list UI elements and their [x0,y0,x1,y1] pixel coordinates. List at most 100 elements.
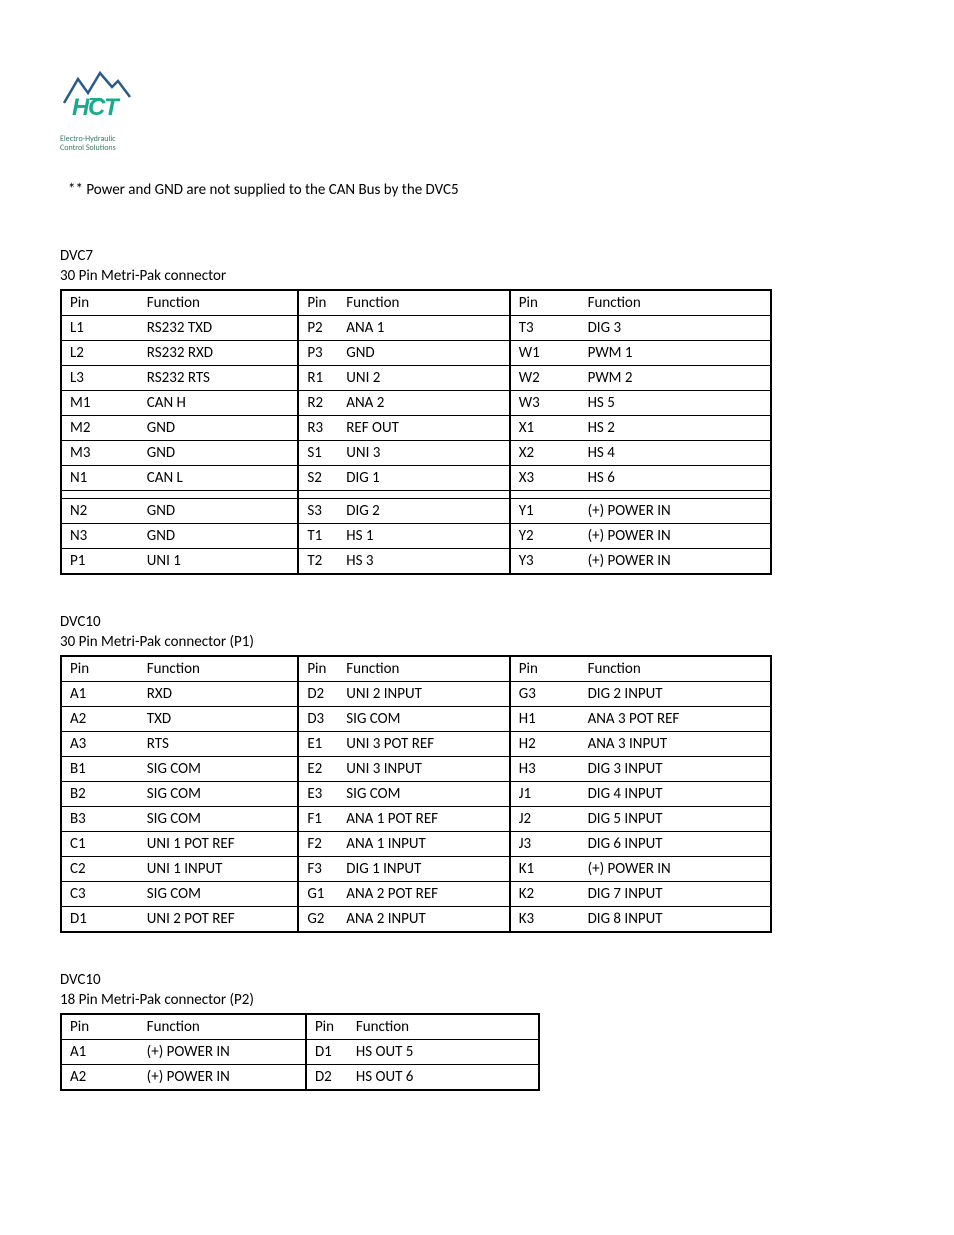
function-cell: PWM 2 [580,365,771,390]
table-row: B1 SIG COM E2 UNI 3 INPUT H3 DIG 3 INPUT [61,756,771,781]
pin-cell: R3 [298,415,338,440]
function-cell: GND [338,340,509,365]
function-cell: CAN L [139,465,299,490]
function-cell: (+) POWER IN [580,498,771,523]
function-cell: HS 3 [338,548,509,574]
pin-cell: E1 [298,731,338,756]
function-cell: SIG COM [338,706,509,731]
function-cell: ANA 2 [338,390,509,415]
table-row: D1 UNI 2 POT REF G2 ANA 2 INPUT K3 DIG 8… [61,906,771,932]
function-cell: PWM 1 [580,340,771,365]
pin-cell: M1 [61,390,139,415]
header-cell: Pin [61,1014,139,1040]
table-row: N1 CAN L S2 DIG 1 X3 HS 6 [61,465,771,490]
header-cell: Pin [298,656,338,682]
pin-cell: D1 [306,1039,348,1064]
function-cell: DIG 3 INPUT [580,756,771,781]
function-cell: (+) POWER IN [580,523,771,548]
pin-cell: W3 [510,390,580,415]
pin-cell: S1 [298,440,338,465]
pin-cell: E3 [298,781,338,806]
logo-tagline-1: Electro-Hydraulic [60,135,894,144]
pin-cell: J2 [510,806,580,831]
pin-cell: D2 [298,681,338,706]
pin-cell: N3 [61,523,139,548]
pin-cell: L3 [61,365,139,390]
pin-cell: L1 [61,315,139,340]
pin-cell: M2 [61,415,139,440]
header-cell: Function [338,656,509,682]
function-cell: (+) POWER IN [139,1039,306,1064]
function-cell: SIG COM [139,781,299,806]
function-cell: DIG 2 INPUT [580,681,771,706]
table2-title: DVC10 [60,613,894,631]
pin-cell: K1 [510,856,580,881]
header-cell: Function [139,1014,306,1040]
pin-cell: N1 [61,465,139,490]
function-cell: RTS [139,731,299,756]
header-cell: Function [139,290,299,316]
function-cell: HS OUT 5 [348,1039,539,1064]
pin-cell: G1 [298,881,338,906]
pin-cell: R1 [298,365,338,390]
table-row: A1 (+) POWER IN D1 HS OUT 5 [61,1039,539,1064]
function-cell: DIG 5 INPUT [580,806,771,831]
table-row: L1 RS232 TXD P2 ANA 1 T3 DIG 3 [61,315,771,340]
pin-cell: H3 [510,756,580,781]
function-cell: HS 1 [338,523,509,548]
pin-cell: W2 [510,365,580,390]
header-cell: Pin [61,656,139,682]
function-cell: HS 6 [580,465,771,490]
table-row: A1 RXD D2 UNI 2 INPUT G3 DIG 2 INPUT [61,681,771,706]
table-row: A2 (+) POWER IN D2 HS OUT 6 [61,1064,539,1090]
function-cell: ANA 2 INPUT [338,906,509,932]
table-row: N3 GND T1 HS 1 Y2 (+) POWER IN [61,523,771,548]
pin-cell: K2 [510,881,580,906]
pin-cell: D1 [61,906,139,932]
table-row: L2 RS232 RXD P3 GND W1 PWM 1 [61,340,771,365]
function-cell: UNI 3 [338,440,509,465]
pin-cell: L2 [61,340,139,365]
function-cell: RS232 TXD [139,315,299,340]
pin-cell: A1 [61,681,139,706]
pin-cell: N2 [61,498,139,523]
pin-cell: R2 [298,390,338,415]
pin-cell: H1 [510,706,580,731]
pin-cell: S2 [298,465,338,490]
function-cell: HS 5 [580,390,771,415]
pin-cell: B1 [61,756,139,781]
function-cell: DIG 4 INPUT [580,781,771,806]
pin-cell: A3 [61,731,139,756]
function-cell: UNI 1 INPUT [139,856,299,881]
pin-cell: A1 [61,1039,139,1064]
function-cell: DIG 1 [338,465,509,490]
function-cell: (+) POWER IN [139,1064,306,1090]
logo: H C T Electro-Hydraulic Control Solution… [60,60,894,153]
pin-cell: C3 [61,881,139,906]
pin-cell: W1 [510,340,580,365]
function-cell: ANA 1 [338,315,509,340]
function-cell: GND [139,523,299,548]
table3-title: DVC10 [60,971,894,989]
dvc10-p1-table: Pin Function Pin Function Pin FunctionA1… [60,655,772,933]
table-row: C2 UNI 1 INPUT F3 DIG 1 INPUT K1 (+) POW… [61,856,771,881]
pin-cell: K3 [510,906,580,932]
table2-subtitle: 30 Pin Metri-Pak connector (P1) [60,633,894,651]
function-cell: HS 4 [580,440,771,465]
pin-cell: J3 [510,831,580,856]
function-cell: ANA 3 INPUT [580,731,771,756]
pin-cell: X3 [510,465,580,490]
table-row: C3 SIG COM G1 ANA 2 POT REF K2 DIG 7 INP… [61,881,771,906]
pin-cell: Y1 [510,498,580,523]
table-row: M2 GND R3 REF OUT X1 HS 2 [61,415,771,440]
table-row: M1 CAN H R2 ANA 2 W3 HS 5 [61,390,771,415]
dvc7-table: Pin Function Pin Function Pin FunctionL1… [60,289,772,575]
pin-cell: T2 [298,548,338,574]
pin-cell: C1 [61,831,139,856]
pin-cell: C2 [61,856,139,881]
pin-cell: S3 [298,498,338,523]
table1-subtitle: 30 Pin Metri-Pak connector [60,267,894,285]
function-cell: SIG COM [139,881,299,906]
header-cell: Function [139,656,299,682]
function-cell: ANA 2 POT REF [338,881,509,906]
